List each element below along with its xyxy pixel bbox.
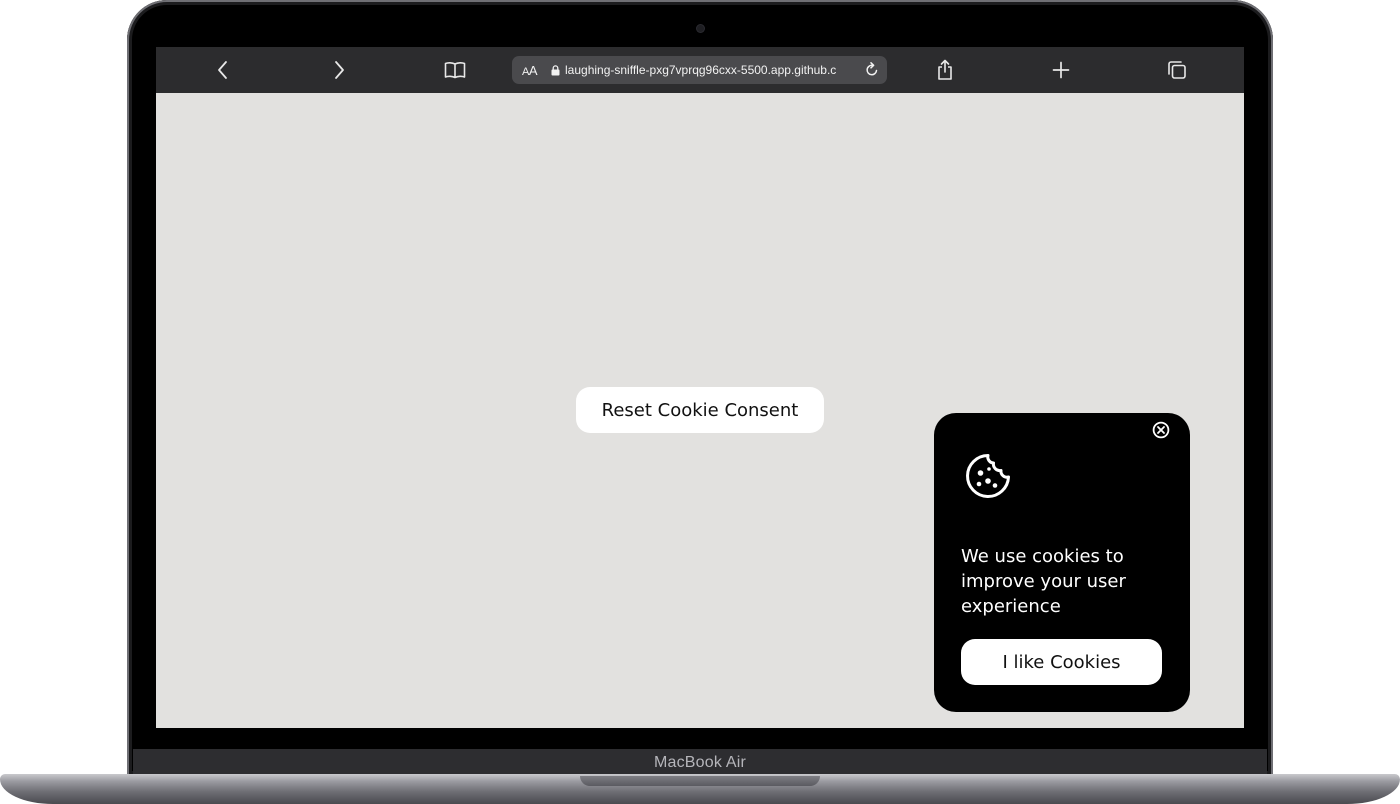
reader-settings-button[interactable]: AA [522,62,538,78]
cookie-consent-banner: We use cookies to improve your user expe… [934,413,1190,712]
forward-icon[interactable] [327,58,351,82]
device-mockup: AA laughing-sniffle-pxg7vprqg96cxx-5500.… [0,0,1400,804]
bookmarks-icon[interactable] [443,58,467,82]
close-icon[interactable] [1152,421,1170,439]
share-icon[interactable] [933,58,957,82]
reader-label-small: A [522,65,529,78]
lock-icon [551,64,560,76]
tabs-overview-icon[interactable] [1165,58,1189,82]
laptop-chin: MacBook Air [133,749,1267,777]
device-label: MacBook Air [653,754,746,771]
browser-screen: AA laughing-sniffle-pxg7vprqg96cxx-5500.… [156,47,1244,728]
reload-icon[interactable] [862,60,882,80]
new-tab-icon[interactable] [1049,58,1073,82]
reader-label-big: A [528,62,538,78]
laptop-notch [580,776,820,786]
url-text: laughing-sniffle-pxg7vprqg96cxx-5500.app… [565,63,837,77]
accept-cookies-button[interactable]: I like Cookies [961,639,1162,685]
camera-icon [697,25,704,32]
address-bar[interactable]: AA laughing-sniffle-pxg7vprqg96cxx-5500.… [512,56,887,84]
cookie-icon [964,452,1012,500]
browser-toolbar: AA laughing-sniffle-pxg7vprqg96cxx-5500.… [156,47,1244,93]
cookie-message: We use cookies to improve your user expe… [961,546,1126,617]
reset-cookie-consent-button[interactable]: Reset Cookie Consent [576,387,824,433]
back-icon[interactable] [211,58,235,82]
